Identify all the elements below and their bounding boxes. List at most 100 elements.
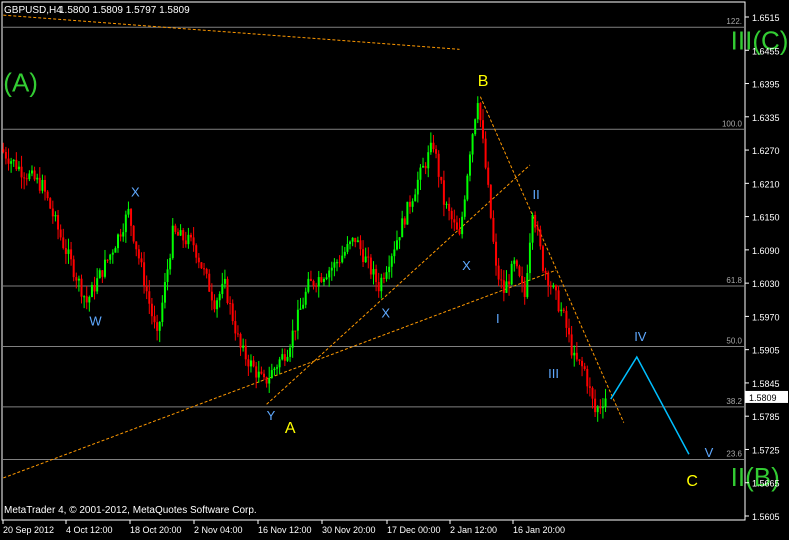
candle-body (380, 277, 383, 292)
candle-body (242, 345, 245, 348)
y-tick-label: 1.6270 (752, 146, 780, 156)
candle-body (302, 304, 305, 309)
wave-label: X (131, 185, 140, 200)
wave-label: A (285, 420, 296, 437)
candle-body (401, 218, 404, 238)
y-tick-label: 1.6030 (752, 279, 780, 289)
candle-body (336, 262, 339, 264)
candle-body (179, 230, 182, 236)
candle-body (554, 285, 557, 291)
candle-body (236, 333, 239, 335)
candle-body (419, 167, 422, 180)
candle-body (570, 334, 573, 356)
candle-body (161, 302, 164, 322)
candle-body (560, 309, 563, 312)
candle-body (117, 234, 120, 249)
y-tick-label: 1.5665 (752, 479, 780, 489)
candle-body (351, 237, 354, 242)
candle-body (127, 208, 130, 215)
candle-body (349, 241, 352, 245)
candle-body (2, 149, 5, 153)
candle-body (591, 387, 594, 399)
y-tick-label: 1.6090 (752, 246, 780, 256)
candle-body (565, 310, 568, 328)
candle-body (135, 241, 138, 250)
candle-body (130, 208, 133, 226)
candle-body (98, 270, 101, 279)
candle-body (330, 267, 333, 271)
candle-body (221, 283, 224, 294)
candle-body (195, 245, 198, 258)
candle-body (364, 256, 367, 263)
y-tick-label: 1.5970 (752, 312, 780, 322)
candle-body (429, 142, 432, 153)
candle-body (515, 260, 518, 267)
wave-label: I (496, 311, 500, 326)
candle-body (505, 281, 508, 293)
price-chart[interactable]: 122.100.061.850.038.223.6 (A)III(C)II(B)… (0, 0, 789, 540)
fib-level-label: 100.0 (722, 119, 743, 128)
candle-body (67, 249, 70, 254)
fib-level-label: 50.0 (726, 336, 742, 345)
candle-body (263, 373, 266, 378)
candle-body (544, 270, 547, 274)
candle-body (54, 215, 57, 217)
candle-body (44, 180, 47, 192)
candle-body (299, 308, 302, 310)
wave-label: V (705, 445, 714, 460)
candle-body (229, 303, 232, 305)
candle-body (395, 240, 398, 250)
candle-body (190, 234, 193, 238)
y-tick-label: 1.5725 (752, 445, 780, 455)
candle-body (30, 170, 33, 174)
wave-label: C (686, 473, 698, 490)
candle-body (153, 316, 156, 323)
candle-body (171, 225, 174, 258)
candle-body (83, 296, 86, 298)
candle-body (338, 262, 341, 264)
candle-body (322, 278, 325, 282)
fib-level-label: 38.2 (726, 397, 742, 406)
candle-body (213, 300, 216, 310)
candle-body (552, 285, 555, 287)
candle-body (57, 215, 60, 230)
candle-body (424, 165, 427, 169)
wave-label: B (478, 73, 489, 90)
candle-body (49, 198, 52, 209)
candle-body (234, 321, 237, 334)
candle-body (578, 359, 581, 361)
candle-body (10, 161, 13, 164)
candle-body (15, 159, 18, 170)
candle-body (260, 371, 263, 374)
candle-body (203, 268, 206, 270)
candle-body (422, 165, 425, 168)
candle-body (80, 278, 83, 297)
candle-body (427, 152, 430, 169)
candle-body (513, 260, 516, 264)
candle-body (101, 270, 104, 277)
candle-body (523, 283, 526, 297)
candle-body (317, 277, 320, 287)
candle-body (239, 333, 242, 348)
wave-label: X (462, 258, 471, 273)
candle-body (296, 309, 299, 331)
candle-body (375, 269, 378, 283)
candle-body (599, 407, 602, 409)
candle-body (382, 277, 385, 279)
candle-body (96, 278, 99, 292)
candle-body (273, 368, 276, 371)
x-tick-label: 30 Nov 20:00 (322, 525, 376, 535)
candle-body (372, 269, 375, 275)
y-tick-label: 1.6455 (752, 46, 780, 56)
y-tick-label: 1.6515 (752, 13, 780, 23)
x-tick-label: 4 Oct 12:00 (66, 525, 113, 535)
candle-body (448, 203, 451, 211)
chart-window[interactable]: 122. 100.0 61.8 50.0 38.2 23.6 (A) III(C) II(B)… (0, 0, 789, 540)
candle-body (119, 234, 122, 237)
y-tick-label: 1.6210 (752, 179, 780, 189)
candle-body (581, 360, 584, 367)
candle-body (333, 262, 336, 268)
chart-quote: 1.5800 1.5809 1.5797 1.5809 (59, 5, 190, 16)
candle-body (268, 378, 271, 384)
x-tick-label: 2 Jan 12:00 (450, 525, 497, 535)
